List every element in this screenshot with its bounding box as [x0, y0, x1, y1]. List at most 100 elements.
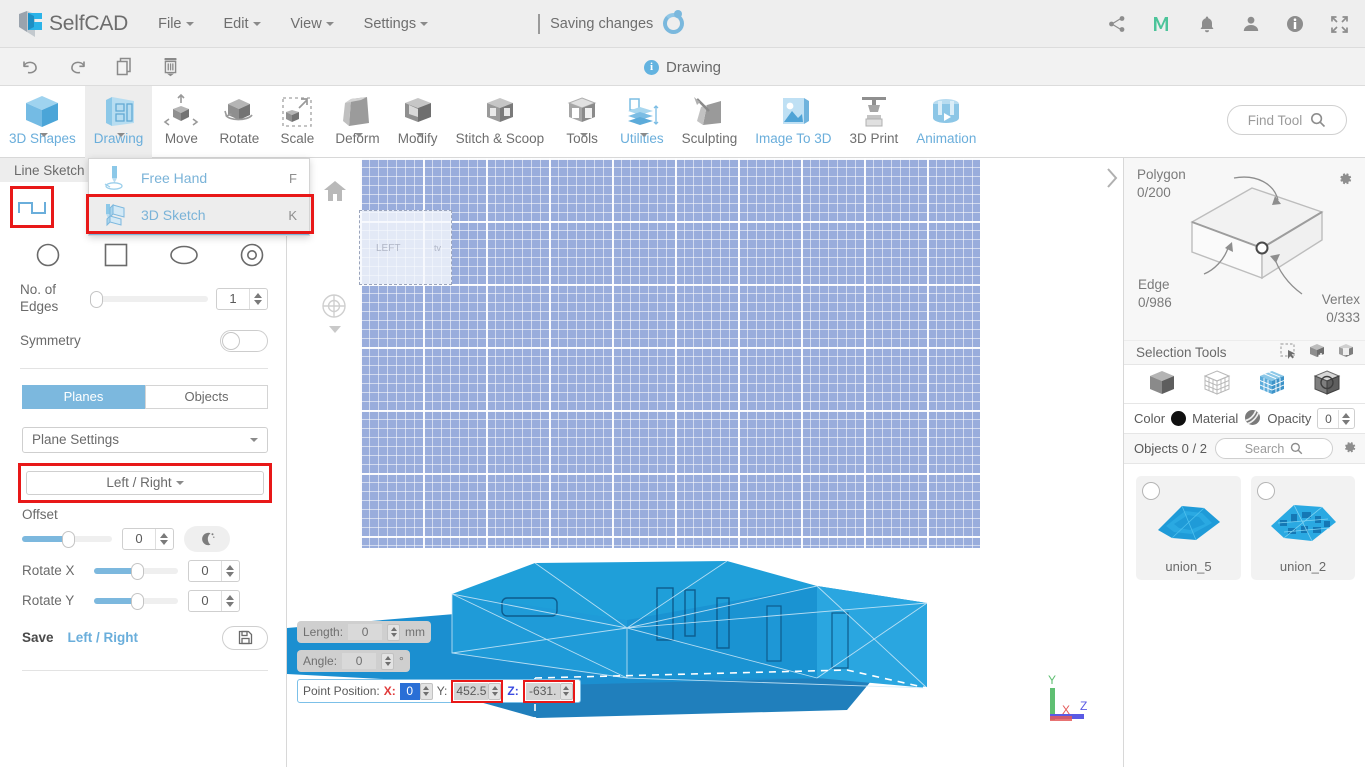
x-input-group[interactable] [399, 682, 433, 700]
ribbon-image-to-3d[interactable]: Image To 3D [746, 86, 840, 158]
object-mode-icon[interactable] [1148, 369, 1176, 400]
ribbon-utilities[interactable]: Utilities [611, 86, 673, 158]
rotate-x-slider[interactable] [94, 562, 178, 580]
segment-objects[interactable]: Objects [145, 384, 268, 409]
find-tool-search[interactable]: Find Tool [1227, 105, 1347, 135]
ribbon-3d-print[interactable]: 3D Print [841, 86, 908, 158]
z-input-group[interactable] [522, 679, 575, 703]
offset-stepper[interactable] [155, 528, 172, 549]
dropdown-item-free-hand[interactable]: Free Hand F [89, 159, 309, 197]
y-stepper[interactable] [488, 682, 502, 700]
ribbon-modify[interactable]: Modify [389, 86, 447, 158]
x-input[interactable] [399, 682, 420, 700]
objects-search-input[interactable]: Search [1214, 438, 1333, 459]
menu-view[interactable]: View [291, 16, 334, 32]
y-input[interactable] [454, 682, 489, 700]
rotate-y-slider-knob[interactable] [131, 592, 144, 610]
undo-icon[interactable] [20, 58, 40, 76]
dropdown-item-3d-sketch[interactable]: 3D Sketch K [89, 197, 309, 235]
redo-icon[interactable] [68, 58, 88, 76]
offset-value[interactable] [123, 531, 155, 547]
ribbon-animation[interactable]: Animation [907, 86, 985, 158]
save-plane-button[interactable] [222, 625, 268, 650]
objects-settings-gear-icon[interactable] [1341, 439, 1357, 458]
ribbon-tools[interactable]: Tools [553, 86, 611, 158]
opacity-stepper[interactable] [1338, 409, 1353, 428]
save-label: Save [22, 630, 54, 646]
angle-field[interactable]: Angle: ° [297, 650, 410, 672]
trash-icon[interactable] [162, 57, 179, 77]
object-card-union-2[interactable]: union_2 [1250, 476, 1355, 580]
brand-logo[interactable]: SelfCAD [18, 10, 128, 38]
circle-shape-button[interactable] [14, 242, 82, 268]
segment-planes[interactable]: Planes [22, 384, 145, 409]
offset-slider[interactable] [22, 530, 112, 548]
plane-settings-select[interactable]: Plane Settings [22, 426, 268, 453]
info-icon[interactable] [1286, 15, 1304, 33]
ribbon-stitch-scoop[interactable]: Stitch & Scoop [447, 86, 554, 158]
color-swatch[interactable] [1171, 411, 1187, 426]
plane-choice-button[interactable]: Left / Right [26, 470, 264, 495]
flip-plane-button[interactable] [184, 525, 230, 552]
angle-input[interactable] [342, 653, 377, 669]
z-input[interactable] [525, 682, 560, 700]
utilities-icon [622, 92, 662, 132]
box-add-select-icon[interactable] [1309, 343, 1326, 363]
polygon-mode-icon[interactable] [1258, 369, 1286, 400]
square-shape-button[interactable] [82, 242, 150, 268]
user-icon[interactable] [1242, 15, 1260, 33]
ribbon-sculpting[interactable]: Sculpting [673, 86, 747, 158]
rotate-x-slider-knob[interactable] [131, 562, 144, 580]
symmetry-toggle[interactable] [220, 329, 268, 352]
length-stepper[interactable] [387, 623, 401, 641]
edges-stepper[interactable] [249, 288, 266, 309]
medium-m-icon[interactable] [1152, 14, 1172, 34]
ribbon-move[interactable]: Move [152, 86, 210, 158]
rotate-y-value[interactable] [189, 593, 221, 609]
marquee-select-icon[interactable] [1280, 342, 1297, 363]
collapse-panel-icon[interactable] [1105, 167, 1119, 192]
edges-slider[interactable] [90, 290, 208, 308]
menu-file[interactable]: File [158, 16, 194, 32]
edges-number-input[interactable] [216, 287, 268, 310]
rotate-y-number-input[interactable] [188, 589, 240, 612]
offset-number-input[interactable] [122, 527, 174, 550]
vertex-mode-icon[interactable] [1203, 369, 1231, 400]
copy-icon[interactable] [116, 57, 134, 76]
material-icon[interactable] [1244, 409, 1261, 429]
ellipse-shape-button[interactable] [150, 244, 218, 266]
rotate-x-value[interactable] [189, 563, 221, 579]
offset-slider-knob[interactable] [62, 530, 75, 548]
ribbon-deform[interactable]: Deform [326, 86, 388, 158]
x-stepper[interactable] [419, 682, 433, 700]
bell-icon[interactable] [1198, 15, 1216, 34]
point-position-field[interactable]: Point Position: X: Y: Z: [297, 679, 581, 703]
edges-slider-knob[interactable] [90, 290, 103, 308]
edges-value[interactable] [217, 291, 249, 307]
fullscreen-icon[interactable] [1330, 15, 1349, 34]
ribbon-drawing[interactable]: Drawing [84, 86, 153, 158]
rotate-y-slider[interactable] [94, 592, 178, 610]
menu-edit[interactable]: Edit [224, 16, 261, 32]
polyline-shape-button[interactable] [10, 186, 54, 228]
rotate-x-stepper[interactable] [221, 560, 238, 581]
angle-stepper[interactable] [381, 652, 395, 670]
opacity-value[interactable] [1318, 411, 1339, 426]
ring-shape-button[interactable] [218, 242, 286, 268]
rotate-y-stepper[interactable] [221, 590, 238, 611]
share-icon[interactable] [1108, 15, 1126, 33]
length-field[interactable]: Length: mm [297, 621, 432, 643]
box-sub-select-icon[interactable] [1338, 343, 1355, 363]
edge-mode-icon[interactable] [1313, 369, 1341, 400]
object-card-union-5[interactable]: union_5 [1136, 476, 1241, 580]
menu-settings[interactable]: Settings [364, 16, 429, 32]
rotate-x-number-input[interactable] [188, 559, 240, 582]
y-input-group[interactable] [451, 679, 504, 703]
ribbon-rotate[interactable]: Rotate [210, 86, 268, 158]
length-input[interactable] [348, 624, 383, 640]
z-stepper[interactable] [559, 682, 573, 700]
3d-viewport[interactable]: LEFT tv [287, 158, 1123, 767]
ribbon-scale[interactable]: Scale [268, 86, 326, 158]
ribbon-3d-shapes[interactable]: 3D Shapes [0, 86, 85, 158]
opacity-input[interactable] [1317, 408, 1356, 429]
